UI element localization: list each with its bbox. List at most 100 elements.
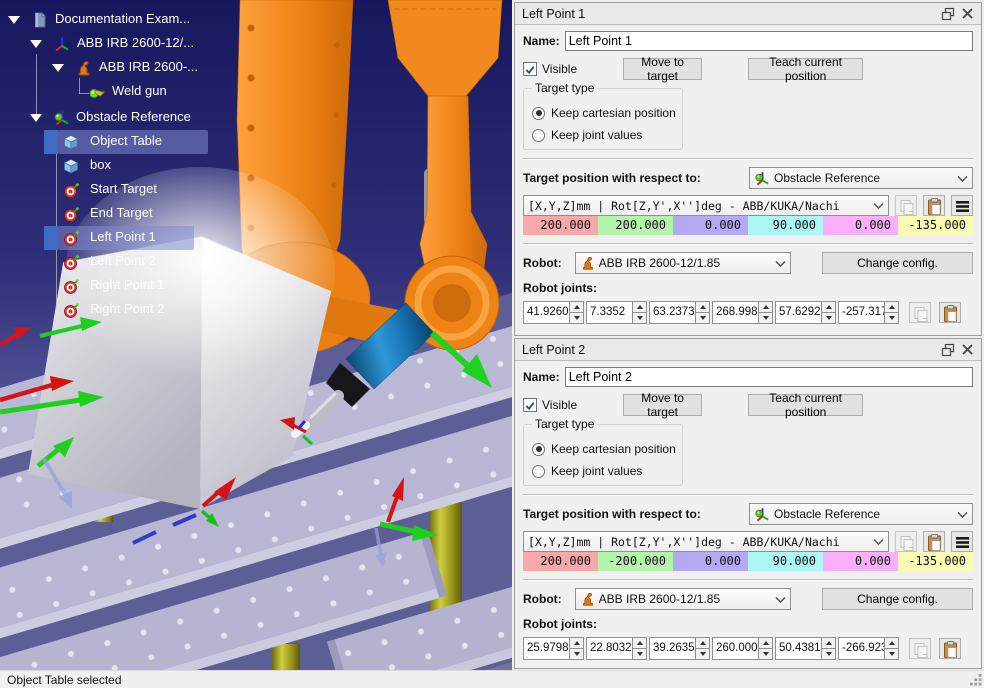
radio-keep-joints[interactable]: Keep joint values	[532, 461, 682, 481]
teach-position-button[interactable]: Teach current position	[748, 58, 863, 80]
pose-ry-value[interactable]: 0.000	[823, 216, 898, 235]
reference-combobox[interactable]: Obstacle Reference	[749, 503, 973, 525]
paste-joints-button[interactable]	[939, 638, 961, 659]
target-icon	[62, 181, 80, 199]
radio-keep-cartesian[interactable]: Keep cartesian position	[532, 439, 682, 459]
tree-item-obstacle-reference[interactable]: Obstacle Reference	[0, 106, 280, 130]
tree-item-end-target[interactable]: End Target	[0, 202, 280, 226]
tree-item-start-target[interactable]: Start Target	[0, 178, 280, 202]
resize-grip-icon[interactable]	[970, 674, 982, 686]
close-icon	[959, 5, 976, 22]
pose-menu-button[interactable]	[951, 531, 973, 552]
viewport-3d[interactable]: Documentation Exam... ABB IRB 2600-12/..…	[0, 0, 512, 670]
joint-2-spinbox[interactable]: 7.3352	[586, 301, 647, 324]
target-icon	[62, 301, 80, 319]
pose-format-combobox[interactable]: [X,Y,Z]mm | Rot[Z,Y',X'']deg - ABB/KUKA/…	[523, 531, 889, 552]
panel-title-bar[interactable]: Left Point 1	[515, 3, 981, 25]
tree-item-station[interactable]: Documentation Exam...	[0, 8, 280, 32]
joint-4-spinbox[interactable]: 268.9980	[712, 301, 773, 324]
tree-item-left-point-2[interactable]: Left Point 2	[0, 250, 280, 274]
close-button[interactable]	[958, 342, 976, 358]
float-button[interactable]	[938, 342, 956, 358]
robot-joints-label: Robot joints:	[523, 617, 597, 631]
pose-rx-value[interactable]: -135.000	[898, 216, 973, 235]
copy-joints-button[interactable]	[909, 638, 931, 659]
joint-1-spinbox[interactable]: 25.9798	[523, 637, 584, 660]
name-input[interactable]	[565, 367, 973, 387]
tree-item-right-point-2[interactable]: Right Point 2	[0, 298, 280, 322]
change-config-button[interactable]: Change config.	[822, 252, 973, 274]
teach-position-button[interactable]: Teach current position	[748, 394, 863, 416]
copy-pose-button[interactable]	[895, 531, 917, 552]
menu-icon	[953, 533, 971, 551]
joint-4-spinbox[interactable]: 260.0005	[712, 637, 773, 660]
pose-rx-value[interactable]: -135.000	[898, 552, 973, 571]
pose-ry-value[interactable]: 0.000	[823, 552, 898, 571]
tree-item-robot[interactable]: ABB IRB 2600-...	[0, 56, 280, 80]
joint-5-spinbox[interactable]: 57.6292	[775, 301, 836, 324]
visible-checkbox[interactable]	[523, 398, 537, 412]
panel-title-bar[interactable]: Left Point 2	[515, 339, 981, 361]
tree-item-object-table[interactable]: Object Table	[0, 130, 280, 154]
pose-format-combobox[interactable]: [X,Y,Z]mm | Rot[Z,Y',X'']deg - ABB/KUKA/…	[523, 195, 889, 216]
robot-joints-row: 41.9260 7.3352 63.2373 268.9980 57.6292 …	[523, 301, 973, 324]
copy-joints-button[interactable]	[909, 302, 931, 323]
selection-block	[44, 130, 58, 154]
tree-item-robot-frame[interactable]: ABB IRB 2600-12/...	[0, 32, 280, 56]
pose-y-value[interactable]: -200.000	[598, 552, 673, 571]
paste-pose-button[interactable]	[923, 531, 945, 552]
close-button[interactable]	[958, 6, 976, 22]
pose-x-value[interactable]: 200.000	[523, 216, 598, 235]
radio-keep-cartesian[interactable]: Keep cartesian position	[532, 103, 682, 123]
copy-pose-button[interactable]	[895, 195, 917, 216]
status-text: Object Table selected	[7, 673, 122, 687]
pose-y-value[interactable]: 200.000	[598, 216, 673, 235]
expander-icon[interactable]	[30, 114, 42, 122]
tree-item-weld-gun[interactable]: Weld gun	[0, 80, 280, 104]
check-icon	[524, 399, 536, 412]
copy-icon	[911, 640, 929, 658]
robot-combobox[interactable]: ABB IRB 2600-12/1.85	[575, 588, 791, 610]
robot-label: Robot:	[523, 592, 562, 606]
pose-rz-value[interactable]: 90.000	[748, 552, 823, 571]
expander-icon[interactable]	[52, 64, 64, 72]
pose-rz-value[interactable]: 90.000	[748, 216, 823, 235]
menu-icon	[953, 197, 971, 215]
panel-left-point-1: Left Point 1 Name: Visible Move to targe…	[514, 2, 982, 336]
expander-icon[interactable]	[8, 16, 20, 24]
joint-1-spinbox[interactable]: 41.9260	[523, 301, 584, 324]
change-config-button[interactable]: Change config.	[822, 588, 973, 610]
joint-3-spinbox[interactable]: 39.2635	[649, 637, 710, 660]
paste-pose-button[interactable]	[923, 195, 945, 216]
separator	[523, 579, 973, 581]
visible-label: Visible	[542, 398, 577, 412]
pose-z-value[interactable]: 0.000	[673, 216, 748, 235]
joint-5-spinbox[interactable]: 50.4381	[775, 637, 836, 660]
paste-joints-button[interactable]	[939, 302, 961, 323]
expander-icon[interactable]	[30, 40, 42, 48]
move-to-target-button[interactable]: Move to target	[623, 58, 702, 80]
respect-label: Target position with respect to:	[523, 507, 701, 521]
robot-joints-row: 25.9798 22.8032 39.2635 260.0005 50.4381…	[523, 637, 973, 660]
tree-item-right-point-1[interactable]: Right Point 1	[0, 274, 280, 298]
visible-checkbox[interactable]	[523, 62, 537, 76]
pose-z-value[interactable]: 0.000	[673, 552, 748, 571]
robot-combobox[interactable]: ABB IRB 2600-12/1.85	[575, 252, 791, 274]
joint-3-spinbox[interactable]: 63.2373	[649, 301, 710, 324]
reference-combobox[interactable]: Obstacle Reference	[749, 167, 973, 189]
pose-x-value[interactable]: 200.000	[523, 552, 598, 571]
joint-2-spinbox[interactable]: 22.8032	[586, 637, 647, 660]
move-to-target-button[interactable]: Move to target	[623, 394, 702, 416]
chevron-down-icon	[873, 202, 884, 209]
pose-menu-button[interactable]	[951, 195, 973, 216]
tree-item-box[interactable]: box	[0, 154, 280, 178]
joint-6-spinbox[interactable]: -257.317	[838, 301, 899, 324]
joint-6-spinbox[interactable]: -266.923	[838, 637, 899, 660]
radio-keep-joints[interactable]: Keep joint values	[532, 125, 682, 145]
tree-item-left-point-1[interactable]: Left Point 1	[0, 226, 280, 250]
paste-icon	[925, 197, 943, 215]
name-input[interactable]	[565, 31, 973, 51]
float-button[interactable]	[938, 6, 956, 22]
selection-block	[44, 226, 58, 250]
document-icon	[31, 11, 49, 29]
